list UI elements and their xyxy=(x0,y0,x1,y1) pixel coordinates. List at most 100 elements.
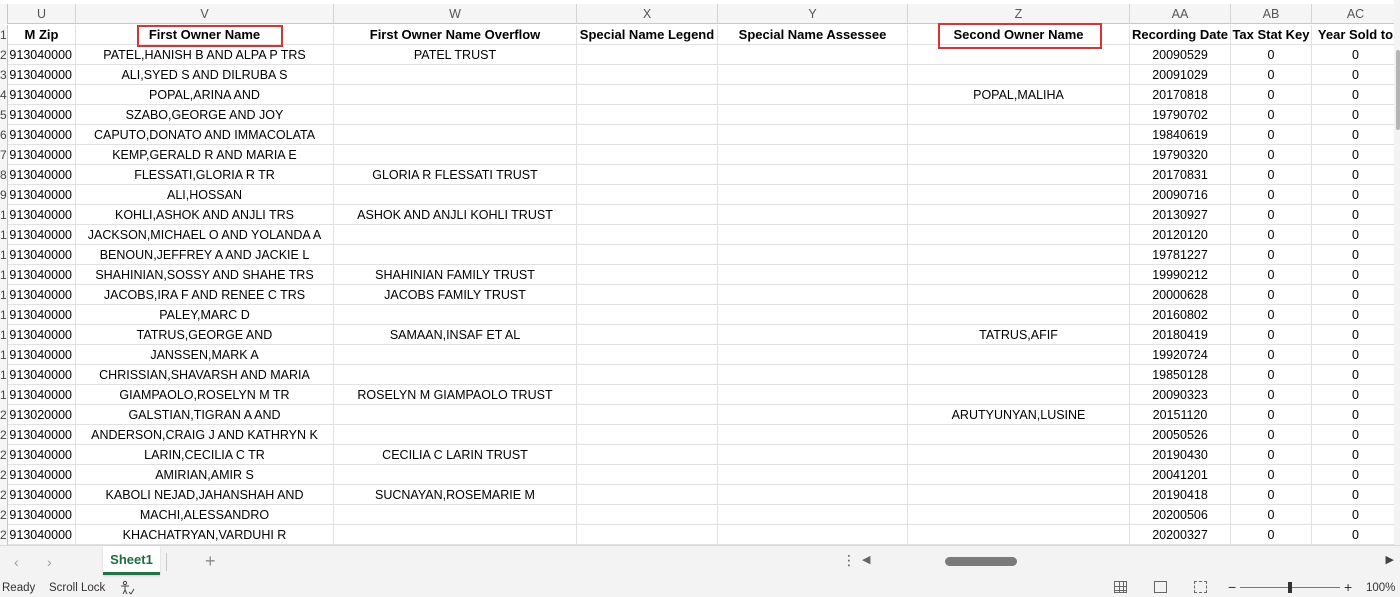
table-cell[interactable]: 19840619 xyxy=(1130,125,1231,145)
table-cell[interactable] xyxy=(577,305,718,325)
table-cell[interactable]: 20090323 xyxy=(1130,385,1231,405)
table-cell[interactable] xyxy=(908,285,1130,305)
row-number[interactable]: 19 xyxy=(0,385,8,405)
table-cell[interactable]: BENOUN,JEFFREY A AND JACKIE L xyxy=(76,245,334,265)
table-cell[interactable]: ASHOK AND ANJLI KOHLI TRUST xyxy=(334,205,577,225)
table-cell[interactable]: CAPUTO,DONATO AND IMMACOLATA xyxy=(76,125,334,145)
table-cell[interactable]: 0 xyxy=(1312,245,1400,265)
table-cell[interactable] xyxy=(718,425,908,445)
row-number[interactable]: 3 xyxy=(0,65,8,85)
table-cell[interactable] xyxy=(577,185,718,205)
row-number[interactable]: 25 xyxy=(0,505,8,525)
table-cell[interactable]: JACOBS FAMILY TRUST xyxy=(334,285,577,305)
table-cell[interactable]: 913020000 xyxy=(8,405,76,425)
zoom-in-icon[interactable]: + xyxy=(1344,579,1352,595)
table-cell[interactable]: 20000628 xyxy=(1130,285,1231,305)
row-number[interactable]: 11 xyxy=(0,225,8,245)
row-number[interactable]: 7 xyxy=(0,145,8,165)
table-cell[interactable] xyxy=(577,285,718,305)
table-cell[interactable]: 913040000 xyxy=(8,505,76,525)
table-cell[interactable]: 913040000 xyxy=(8,45,76,65)
row-number[interactable]: 21 xyxy=(0,425,8,445)
table-cell[interactable] xyxy=(577,205,718,225)
table-cell[interactable]: 0 xyxy=(1231,285,1312,305)
table-cell[interactable]: POPAL,ARINA AND xyxy=(76,85,334,105)
table-cell[interactable] xyxy=(718,365,908,385)
table-cell[interactable] xyxy=(908,105,1130,125)
table-cell[interactable]: JANSSEN,MARK A xyxy=(76,345,334,365)
table-cell[interactable] xyxy=(908,305,1130,325)
table-cell[interactable]: 913040000 xyxy=(8,125,76,145)
table-cell[interactable]: ALI,HOSSAN xyxy=(76,185,334,205)
table-cell[interactable]: 0 xyxy=(1231,505,1312,525)
table-cell[interactable]: 0 xyxy=(1231,305,1312,325)
table-cell[interactable]: SHAHINIAN,SOSSY AND SHAHE TRS xyxy=(76,265,334,285)
more-options-icon[interactable]: ⋮ xyxy=(842,552,856,569)
table-cell[interactable]: 0 xyxy=(1231,365,1312,385)
table-cell[interactable] xyxy=(577,505,718,525)
table-cell[interactable]: 19920724 xyxy=(1130,345,1231,365)
row-number[interactable]: 26 xyxy=(0,525,8,545)
table-cell[interactable] xyxy=(577,445,718,465)
table-cell[interactable] xyxy=(908,385,1130,405)
row-number[interactable]: 13 xyxy=(0,265,8,285)
table-cell[interactable]: 0 xyxy=(1312,405,1400,425)
table-cell[interactable]: PATEL,HANISH B AND ALPA P TRS xyxy=(76,45,334,65)
table-cell[interactable] xyxy=(577,485,718,505)
table-cell[interactable]: 0 xyxy=(1312,465,1400,485)
nav-prev-icon[interactable]: ‹ xyxy=(14,554,19,570)
column-header-ab[interactable]: AB xyxy=(1231,4,1312,24)
table-cell[interactable]: 0 xyxy=(1231,385,1312,405)
table-cell[interactable]: GALSTIAN,TIGRAN A AND xyxy=(76,405,334,425)
table-cell[interactable]: KOHLI,ASHOK AND ANJLI TRS xyxy=(76,205,334,225)
table-cell[interactable]: 0 xyxy=(1231,425,1312,445)
table-cell[interactable]: FLESSATI,GLORIA R TR xyxy=(76,165,334,185)
table-cell[interactable] xyxy=(718,225,908,245)
table-cell[interactable]: 0 xyxy=(1231,265,1312,285)
table-cell[interactable]: 20151120 xyxy=(1130,405,1231,425)
table-cell[interactable]: 20190430 xyxy=(1130,445,1231,465)
table-cell[interactable]: GIAMPAOLO,ROSELYN M TR xyxy=(76,385,334,405)
table-cell[interactable]: 20160802 xyxy=(1130,305,1231,325)
row-number[interactable]: 5 xyxy=(0,105,8,125)
table-cell[interactable]: 0 xyxy=(1231,225,1312,245)
table-cell[interactable]: 0 xyxy=(1312,65,1400,85)
table-cell[interactable]: 0 xyxy=(1312,385,1400,405)
header-cell[interactable]: First Owner Name xyxy=(76,25,334,45)
row-number[interactable]: 16 xyxy=(0,325,8,345)
table-cell[interactable]: 0 xyxy=(1312,425,1400,445)
table-cell[interactable]: 913040000 xyxy=(8,525,76,545)
table-cell[interactable] xyxy=(718,325,908,345)
table-cell[interactable]: 0 xyxy=(1231,325,1312,345)
normal-view-icon[interactable] xyxy=(1114,581,1127,593)
table-cell[interactable] xyxy=(908,205,1130,225)
row-number[interactable]: 2 xyxy=(0,45,8,65)
table-cell[interactable]: 913040000 xyxy=(8,165,76,185)
table-cell[interactable]: TATRUS,AFIF xyxy=(908,325,1130,345)
table-cell[interactable] xyxy=(577,125,718,145)
table-cell[interactable]: 913040000 xyxy=(8,205,76,225)
table-cell[interactable] xyxy=(334,125,577,145)
table-cell[interactable]: 0 xyxy=(1312,365,1400,385)
table-cell[interactable] xyxy=(334,105,577,125)
table-cell[interactable] xyxy=(718,385,908,405)
table-cell[interactable] xyxy=(577,405,718,425)
row-number[interactable]: 23 xyxy=(0,465,8,485)
table-cell[interactable]: 0 xyxy=(1312,525,1400,545)
table-cell[interactable] xyxy=(718,145,908,165)
table-cell[interactable]: 0 xyxy=(1231,465,1312,485)
table-cell[interactable]: 913040000 xyxy=(8,245,76,265)
table-cell[interactable]: 0 xyxy=(1231,145,1312,165)
table-cell[interactable] xyxy=(908,65,1130,85)
table-cell[interactable] xyxy=(718,465,908,485)
table-cell[interactable]: 19781227 xyxy=(1130,245,1231,265)
table-cell[interactable]: 913040000 xyxy=(8,465,76,485)
table-cell[interactable] xyxy=(908,265,1130,285)
table-cell[interactable] xyxy=(908,185,1130,205)
row-number[interactable]: 1 xyxy=(0,25,8,45)
table-cell[interactable]: SHAHINIAN FAMILY TRUST xyxy=(334,265,577,285)
table-cell[interactable] xyxy=(334,365,577,385)
table-cell[interactable] xyxy=(908,165,1130,185)
header-cell[interactable]: Recording Date xyxy=(1130,25,1231,45)
table-cell[interactable]: 913040000 xyxy=(8,365,76,385)
